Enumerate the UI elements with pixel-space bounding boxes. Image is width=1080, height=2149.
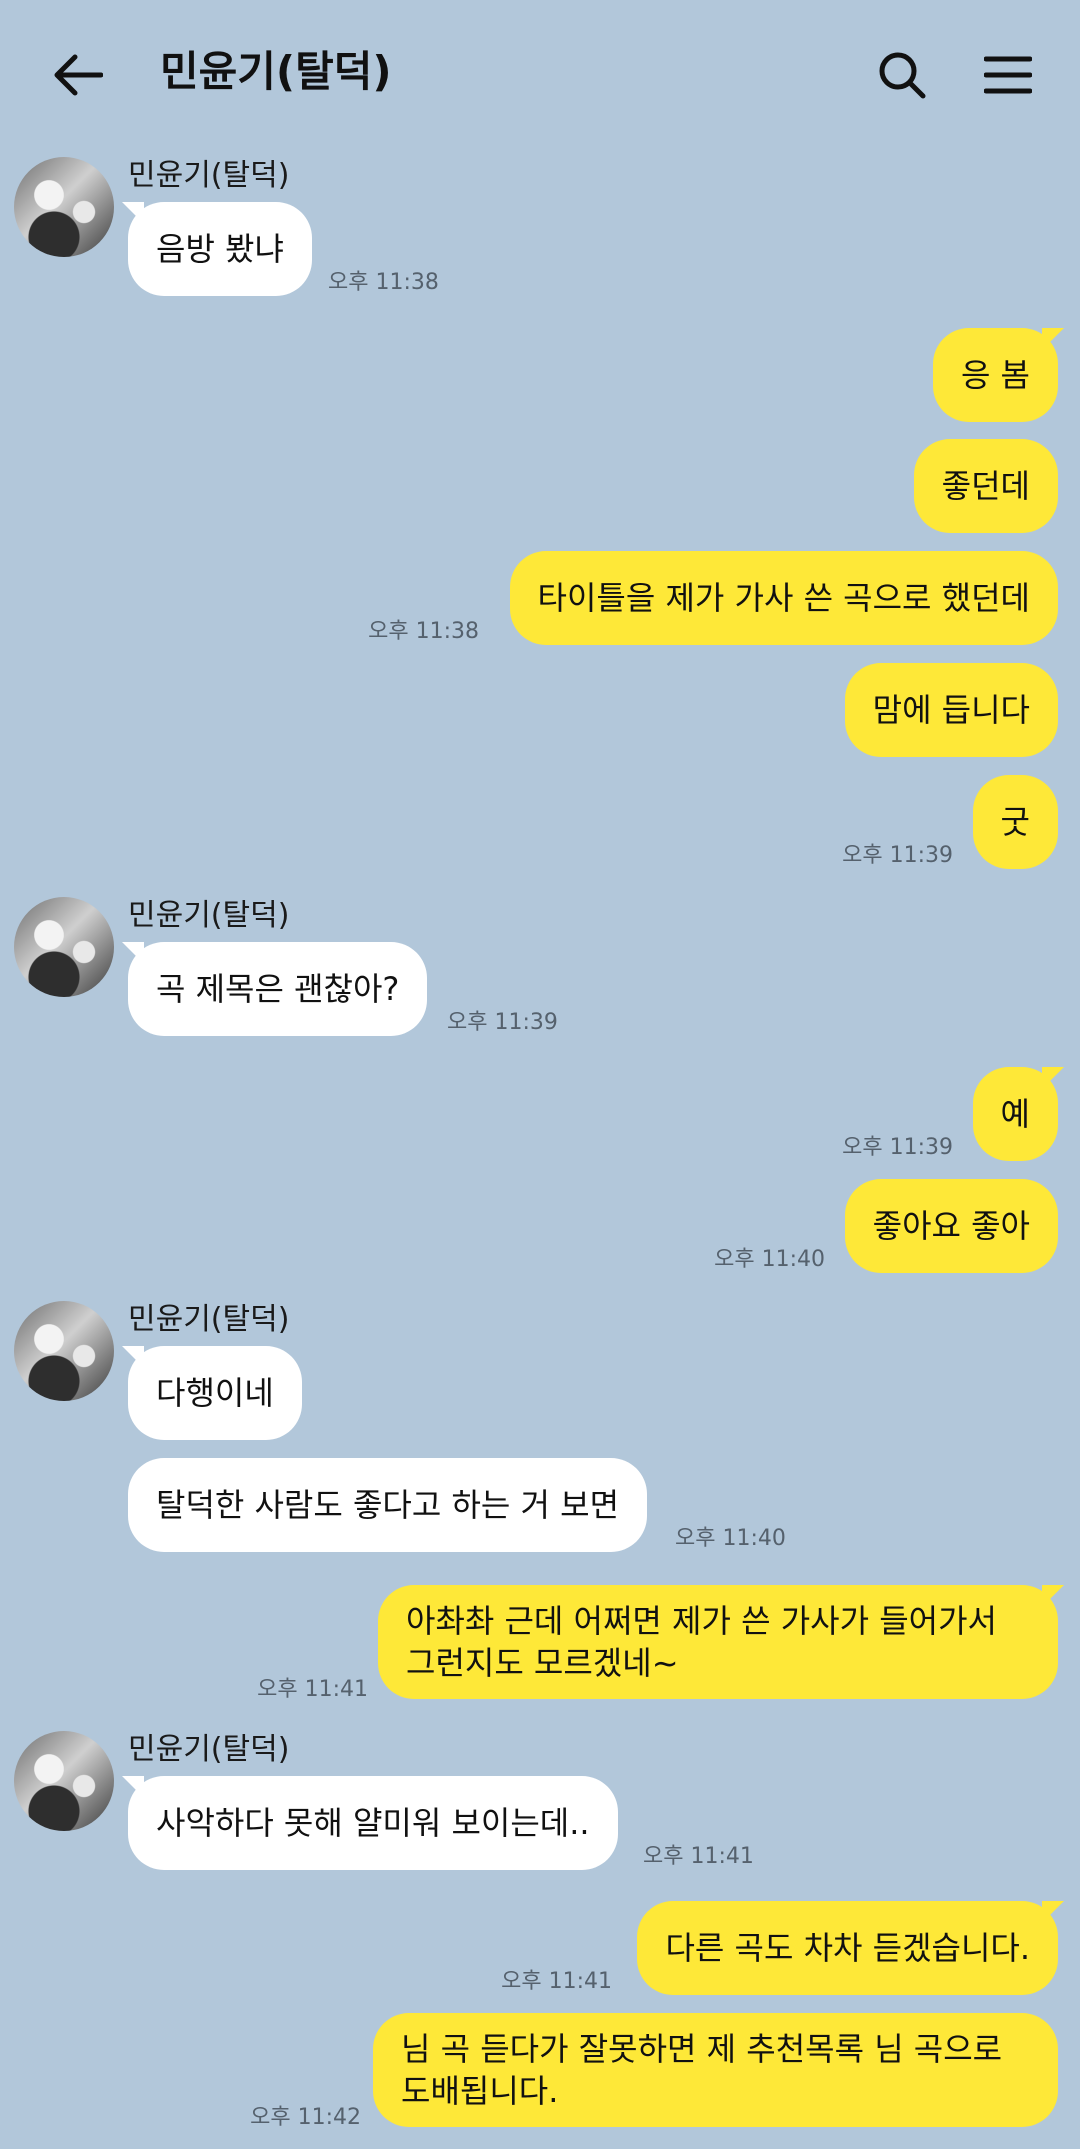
hamburger-menu-icon	[984, 56, 1032, 94]
message-time: 오후 11:42	[250, 2105, 361, 2130]
received-message[interactable]: 음방 봤냐	[128, 202, 312, 296]
message-time: 오후 11:41	[501, 1969, 612, 1994]
message-time: 오후 11:39	[842, 843, 953, 868]
message-time: 오후 11:38	[328, 270, 439, 295]
message-time: 오후 11:39	[447, 1010, 558, 1035]
sent-message[interactable]: 아촤촤 근데 어쩌면 제가 쓴 가사가 들어가서 그런지도 모르겠네~	[378, 1585, 1058, 1699]
received-message[interactable]: 다행이네	[128, 1346, 302, 1440]
received-message[interactable]: 사악하다 못해 얄미워 보이는데..	[128, 1776, 618, 1870]
avatar[interactable]	[14, 897, 114, 997]
received-message[interactable]: 곡 제목은 괜찮아?	[128, 942, 428, 1036]
sender-name: 민윤기(탈덕)	[128, 1732, 290, 1767]
sent-message[interactable]: 타이틀을 제가 가사 쓴 곡으로 했던데	[509, 551, 1058, 645]
message-time: 오후 11:41	[643, 1844, 754, 1869]
received-message[interactable]: 탈덕한 사람도 좋다고 하는 거 보면	[128, 1458, 648, 1552]
arrow-left-icon	[54, 54, 103, 96]
sent-message[interactable]: 굿	[972, 775, 1058, 869]
chat-header: 민윤기(탈덕)	[0, 0, 1080, 145]
sender-name: 민윤기(탈덕)	[128, 1302, 290, 1337]
sent-message[interactable]: 응 봄	[932, 328, 1058, 422]
sent-message[interactable]: 좋아요 좋아	[844, 1179, 1058, 1273]
search-button[interactable]	[872, 45, 932, 105]
avatar[interactable]	[14, 1301, 114, 1401]
message-time: 오후 11:40	[714, 1247, 825, 1272]
message-time: 오후 11:39	[842, 1135, 953, 1160]
sent-message[interactable]: 님 곡 듣다가 잘못하면 제 추천목록 님 곡으로 도배됩니다.	[373, 2013, 1058, 2127]
message-time: 오후 11:38	[368, 619, 479, 644]
search-icon	[879, 52, 926, 99]
avatar[interactable]	[14, 157, 114, 257]
menu-button[interactable]	[978, 45, 1038, 105]
avatar[interactable]	[14, 1731, 114, 1831]
sender-name: 민윤기(탈덕)	[128, 158, 290, 193]
message-time: 오후 11:41	[257, 1677, 368, 1702]
sent-message[interactable]: 좋던데	[913, 439, 1058, 533]
sent-message[interactable]: 다른 곡도 차차 듣겠습니다.	[637, 1901, 1058, 1995]
sent-message[interactable]: 맘에 듭니다	[844, 663, 1058, 757]
chat-title: 민윤기(탈덕)	[160, 47, 392, 96]
sent-message[interactable]: 예	[972, 1067, 1058, 1161]
back-button[interactable]	[48, 45, 108, 105]
message-time: 오후 11:40	[675, 1526, 786, 1551]
sender-name: 민윤기(탈덕)	[128, 898, 290, 933]
